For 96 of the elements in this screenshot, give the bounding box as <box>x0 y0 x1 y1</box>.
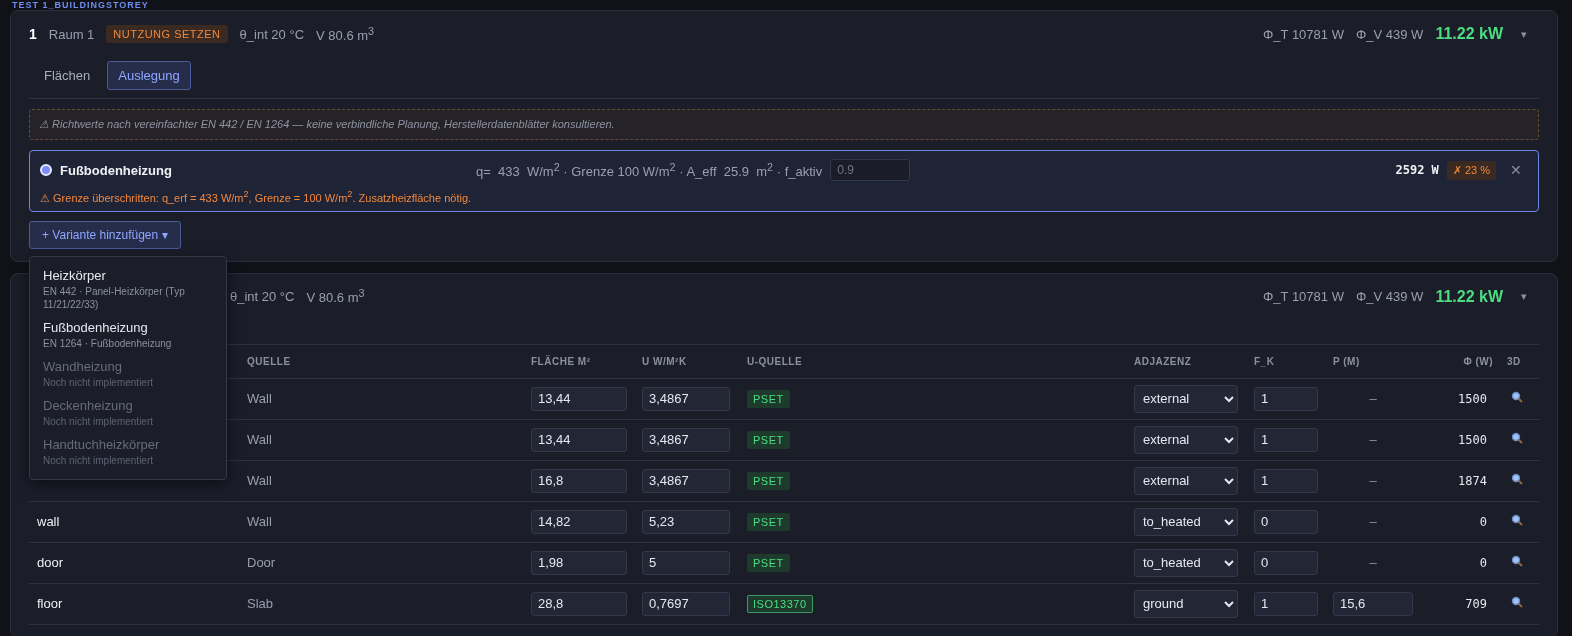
table-cell-text: Wall <box>247 432 273 448</box>
fk-field[interactable]: 0 <box>1254 550 1318 575</box>
table-cell-text: Slab <box>247 596 275 612</box>
column-header: U-QUELLE <box>747 355 804 367</box>
tab[interactable]: Auslegung <box>107 61 191 90</box>
table-cell-text: Wall <box>247 391 273 407</box>
column-header: 3D <box>1506 355 1522 367</box>
adjacency-select[interactable]: external <box>1134 384 1238 413</box>
column-header: QUELLE <box>247 355 292 367</box>
column-header: FLÄCHE M² <box>531 355 592 367</box>
table-cell-text: – <box>1368 473 1378 489</box>
table-cell-text: 0 <box>1478 514 1488 529</box>
room-volume: V 80.6 m$^{3}$ <box>306 287 365 306</box>
variant-name: Fußbodenheizung <box>60 162 173 178</box>
source-tag: PSET <box>747 472 790 491</box>
search-icon[interactable] <box>1511 596 1523 609</box>
room-temperature: θ_int 20 °C <box>239 26 305 42</box>
column-header: Φ (W) <box>1462 355 1493 367</box>
adjacency-select[interactable]: to_heated <box>1134 507 1238 536</box>
room-volume: V 80.6 m$^{3}$ <box>316 24 375 44</box>
fk-field[interactable]: 0 <box>1254 509 1318 534</box>
source-tag: PSET <box>747 390 790 409</box>
collapse-toggle[interactable]: ▾ <box>1521 290 1527 304</box>
fk-field[interactable]: 1 <box>1254 427 1318 452</box>
search-icon[interactable] <box>1511 473 1523 486</box>
fk-field[interactable]: 1 <box>1254 386 1318 411</box>
close-button[interactable]: ✕ <box>1504 162 1528 178</box>
area-field[interactable]: 1,98 <box>531 550 627 575</box>
collapse-toggle[interactable]: ▾ <box>1521 27 1527 41</box>
u-value-field[interactable]: 3,4867 <box>642 386 730 411</box>
table-cell-text: – <box>1368 514 1378 530</box>
adjacency-select[interactable]: to_heated <box>1134 548 1238 577</box>
source-tag: PSET <box>747 554 790 573</box>
u-value-field[interactable]: 3,4867 <box>642 468 730 493</box>
table-cell-text: floor <box>37 596 64 612</box>
source-tag: ISO13370 <box>747 595 813 614</box>
f-aktiv-field[interactable]: 0.9 <box>830 159 911 181</box>
variant-parameters: q= 433 W/m$^{2}$ · Grenze 100 W/m$^{2}$ · A_eff 25.9 m$^{2}$ · f_aktiv <box>476 160 823 180</box>
menu-item[interactable]: Fußbodenheizung EN 1264 · Fußbodenheizung <box>30 317 226 356</box>
table-cell-text: – <box>1368 391 1378 407</box>
area-field[interactable]: 13,44 <box>531 427 627 452</box>
area-field[interactable]: 28,8 <box>531 591 627 616</box>
table-cell-text: 1500 <box>1457 391 1488 406</box>
table-cell-text: wall <box>37 514 61 530</box>
u-value-field[interactable]: 3,4867 <box>642 427 730 452</box>
table-cell-text: door <box>37 555 65 571</box>
radio-button[interactable] <box>40 164 52 176</box>
adjacency-select[interactable]: external <box>1134 425 1238 454</box>
adjacency-select[interactable]: ground <box>1134 589 1238 618</box>
table-cell-text: 1874 <box>1457 473 1488 488</box>
table-cell-text: 1500 <box>1457 432 1488 447</box>
u-value-field[interactable]: 5,23 <box>642 509 730 534</box>
search-icon[interactable] <box>1511 514 1523 527</box>
coverage-badge: ✗ 23 % <box>1446 160 1496 180</box>
menu-item[interactable]: Heizkörper EN 442 · Panel-Heizkörper (Typ 11/21/22/33) <box>30 265 226 317</box>
table-cell-text: – <box>1368 432 1378 448</box>
area-field[interactable]: 13,44 <box>531 386 627 411</box>
usage-badge[interactable]: NUTZUNG SETZEN <box>106 25 228 43</box>
source-tag: PSET <box>747 431 790 450</box>
fk-field[interactable]: 1 <box>1254 591 1318 616</box>
ventilation-heat-loss: Φ_V 439 W <box>1355 26 1424 42</box>
adjacency-select[interactable]: external <box>1134 466 1238 495</box>
notice-banner: ⚠ Richtwerte nach vereinfachter EN 442 / EN 1264 — keine verbindliche Planung, Herstellerdatenblätter konsultieren. <box>29 109 1539 140</box>
transmission-heat-loss: Φ_T 10781 W <box>1262 289 1344 305</box>
perimeter-field[interactable]: 15,6 <box>1333 591 1413 616</box>
add-variant-button[interactable]: + Variante hinzufügen ▾ <box>29 220 181 249</box>
search-icon[interactable] <box>1511 432 1523 445</box>
table-cell-text: 709 <box>1464 596 1488 611</box>
table-cell-text: 0 <box>1478 555 1488 570</box>
table-cell-text: Wall <box>247 473 273 489</box>
area-field[interactable]: 14,82 <box>531 509 627 534</box>
warning-text: ⚠ Grenze überschritten: q_erf = 433 W/m$^{2}$, Grenze = 100 W/m$^{2}$. Zusatzheizfläche nötig. <box>40 191 472 204</box>
table-cell-text: Door <box>247 555 277 571</box>
column-header: F_K <box>1254 355 1276 367</box>
room-name: Raum 1 <box>48 26 95 42</box>
u-value-field[interactable]: 0,7697 <box>642 591 730 616</box>
table-cell-text: – <box>1368 555 1378 571</box>
ventilation-heat-loss: Φ_V 439 W <box>1355 289 1424 305</box>
variant-power: 2592 W <box>1395 163 1439 177</box>
area-field[interactable]: 16,8 <box>531 468 627 493</box>
source-tag: PSET <box>747 513 790 532</box>
total-heat-load: 11.22 kW <box>1435 25 1503 43</box>
total-heat-load: 11.22 kW <box>1435 287 1503 306</box>
storey-title: TEST 1_BUILDINGSTOREY <box>11 0 150 10</box>
tab[interactable]: Flächen <box>33 61 102 90</box>
transmission-heat-loss: Φ_T 10781 W <box>1262 26 1344 42</box>
fk-field[interactable]: 1 <box>1254 468 1318 493</box>
room-number: 1 <box>29 26 37 42</box>
column-header: ADJAZENZ <box>1134 355 1193 367</box>
room-temperature: θ_int 20 °C <box>230 289 295 305</box>
search-icon[interactable] <box>1511 555 1523 568</box>
u-value-field[interactable]: 5 <box>642 550 730 575</box>
column-header: U W/M²K <box>642 355 688 367</box>
search-icon[interactable] <box>1511 391 1523 404</box>
column-header: P (M) <box>1333 355 1361 367</box>
table-cell-text: Wall <box>247 514 273 530</box>
